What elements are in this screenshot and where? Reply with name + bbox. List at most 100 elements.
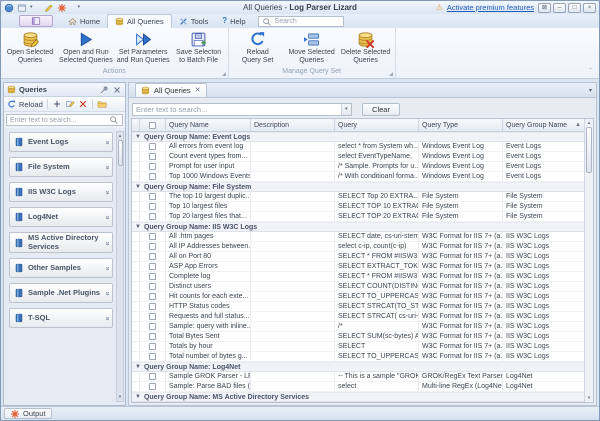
pencil-icon[interactable] xyxy=(44,3,54,13)
table-row[interactable]: Total Bytes SentSELECT SUM(sc-bytes) A..… xyxy=(132,332,584,342)
scroll-up-icon[interactable]: ▴ xyxy=(588,120,591,126)
ribbon-search-input[interactable] xyxy=(275,18,340,25)
table-row[interactable]: All errors from event logselect * from S… xyxy=(132,142,584,152)
collapse-ribbon-icon[interactable]: ⌃ xyxy=(588,67,593,74)
ribbon-tab-all-queries[interactable]: All Queries xyxy=(107,14,172,28)
group-row[interactable]: ▼Query Group Name: IIS W3C Logs xyxy=(132,222,584,232)
filter-combo[interactable]: ▾ xyxy=(132,103,352,116)
row-checkbox[interactable] xyxy=(149,193,156,200)
save-selecton-to-batch-file-button[interactable]: Save Selectonto Batch File xyxy=(172,30,226,66)
set-parameters-and-run-queries-button[interactable]: Set Parametersand Run Queries xyxy=(115,30,172,66)
collapse-group-icon[interactable]: ▼ xyxy=(135,364,141,370)
chevron-double-icon[interactable]: » xyxy=(103,191,111,194)
row-checkbox[interactable] xyxy=(149,213,156,220)
combo-dropdown-button[interactable]: ▾ xyxy=(341,104,352,115)
row-checkbox[interactable] xyxy=(149,293,156,300)
minimize-button[interactable]: – xyxy=(553,3,566,13)
table-row[interactable]: Prompt for user input/* Sample. Prompts … xyxy=(132,162,584,172)
collapse-group-icon[interactable]: ▼ xyxy=(135,184,141,190)
sidebar-item-event-logs[interactable]: Event Logs» xyxy=(9,132,113,152)
row-checkbox[interactable] xyxy=(149,303,156,310)
column-header-description[interactable]: Description xyxy=(251,119,335,131)
scroll-down-icon[interactable]: ▾ xyxy=(588,395,591,401)
chevron-double-icon[interactable]: » xyxy=(103,241,111,244)
star-burst-icon[interactable] xyxy=(57,3,67,13)
reload-button[interactable]: Reload xyxy=(19,100,43,109)
table-row[interactable]: ASP App ErrorsSELECT EXTRACT_TOKE...W3C … xyxy=(132,262,584,272)
ribbon-tab-home[interactable]: Home xyxy=(61,14,107,28)
sidebar-item-iis-w3c-logs[interactable]: IIS W3C Logs» xyxy=(9,182,113,202)
scroll-up-icon[interactable]: ▴ xyxy=(119,133,122,139)
filter-input[interactable] xyxy=(133,105,341,114)
close-panel-icon[interactable] xyxy=(112,85,122,95)
table-row[interactable]: Sample GROK Parser - LP...-- This is a s… xyxy=(132,372,584,382)
chevron-double-icon[interactable]: » xyxy=(103,267,111,270)
row-checkbox[interactable] xyxy=(149,143,156,150)
open-and-run-selected-queries-button[interactable]: Open and RunSelected Queries xyxy=(57,30,115,66)
row-checkbox[interactable] xyxy=(149,233,156,240)
row-checkbox[interactable] xyxy=(149,273,156,280)
collapse-group-icon[interactable]: ▼ xyxy=(135,134,141,140)
close-button[interactable]: × xyxy=(583,3,596,13)
table-row[interactable]: Hit counts for each exte...SELECT TO_UPP… xyxy=(132,292,584,302)
output-button[interactable]: Output xyxy=(4,408,52,419)
collapse-group-icon[interactable]: ▼ xyxy=(135,224,141,230)
table-row[interactable]: Sample: query with inline.../*W3C Format… xyxy=(132,322,584,332)
group-row[interactable]: ▼Query Group Name: MS Active Directory S… xyxy=(132,392,584,402)
column-header-query-name[interactable]: Query Name xyxy=(166,119,251,131)
column-header-query-type[interactable]: Query Type xyxy=(419,119,503,131)
row-checkbox[interactable] xyxy=(149,243,156,250)
row-checkbox[interactable] xyxy=(149,283,156,290)
row-checkbox[interactable] xyxy=(149,263,156,270)
sidebar-search-box[interactable] xyxy=(6,114,123,126)
dialog-launcher-icon[interactable] xyxy=(222,72,226,76)
sidebar-item-file-system[interactable]: File System» xyxy=(9,157,113,177)
chevron-double-icon[interactable]: » xyxy=(103,166,111,169)
ribbon-tab-help[interactable]: ?Help xyxy=(215,14,252,28)
scroll-thumb[interactable] xyxy=(586,127,592,173)
row-checkbox[interactable] xyxy=(149,203,156,210)
table-row[interactable]: All IP Addresses between...select c-ip, … xyxy=(132,242,584,252)
table-row[interactable]: Sample: Parse BAD files (...selectMulti-… xyxy=(132,382,584,392)
group-row[interactable]: ▼Query Group Name: File System xyxy=(132,182,584,192)
ribbon-search-box[interactable] xyxy=(258,16,344,27)
table-row[interactable]: HTTP Status codesSELECT STRCAT(TO_ST...W… xyxy=(132,302,584,312)
row-checkbox[interactable] xyxy=(149,343,156,350)
row-checkbox[interactable] xyxy=(149,383,156,390)
table-row[interactable]: Totals by hourSELECTW3C Format for IIS 7… xyxy=(132,342,584,352)
popup-window-button[interactable]: ⊠ xyxy=(538,3,551,13)
tab-all-queries[interactable]: All Queries ✕ xyxy=(135,83,207,97)
qat-customize-arrow-icon[interactable]: ▾ xyxy=(78,5,81,10)
sidebar-item-other-samples[interactable]: Other Samples» xyxy=(9,258,113,278)
sidebar-scrollbar[interactable]: ▴ ▾ xyxy=(116,131,124,402)
delete-selected-queries-button[interactable]: Delete SelectedQueries xyxy=(339,30,393,66)
table-row[interactable]: Top 20 largest files that...SELECT TOP 2… xyxy=(132,212,584,222)
sidebar-item-ms-active-directory-services[interactable]: MS Active Directory Services» xyxy=(9,232,113,253)
application-menu-button[interactable] xyxy=(19,15,53,27)
folder-icon[interactable] xyxy=(97,99,107,109)
row-checkbox[interactable] xyxy=(149,373,156,380)
row-checkbox[interactable] xyxy=(149,313,156,320)
edit-pencil-icon[interactable] xyxy=(65,99,75,109)
row-checkbox[interactable] xyxy=(149,163,156,170)
reload-icon[interactable] xyxy=(7,100,16,109)
delete-red-x-icon[interactable] xyxy=(78,99,88,109)
sidebar-item-log4net[interactable]: Log4Net» xyxy=(9,207,113,227)
open-selected-queries-button[interactable]: Open SelectedQueries xyxy=(3,30,57,66)
grid-vertical-scrollbar[interactable]: ▴ ▾ xyxy=(584,119,593,402)
sidebar-item-sample-net-plugins[interactable]: Sample .Net Plugins» xyxy=(9,283,113,303)
reload-query-set-button[interactable]: ReloadQuery Set xyxy=(231,30,285,66)
maximize-button[interactable]: □ xyxy=(568,3,581,13)
chevron-double-icon[interactable]: » xyxy=(103,292,111,295)
row-checkbox[interactable] xyxy=(149,173,156,180)
table-row[interactable]: Top 10 largest filesSELECT TOP 10 EXTRAC… xyxy=(132,202,584,212)
table-row[interactable]: Count event types from...select EventTyp… xyxy=(132,152,584,162)
group-row[interactable]: ▼Query Group Name: Log4Net xyxy=(132,362,584,372)
select-all-checkbox[interactable] xyxy=(149,122,156,129)
tab-list-dropdown-icon[interactable]: ▾ xyxy=(589,87,592,94)
table-row[interactable]: Top 1000 Windows Events/* With conditioa… xyxy=(132,172,584,182)
table-row[interactable]: Distinct usersSELECT COUNT(DISTINC...W3C… xyxy=(132,282,584,292)
dialog-launcher-icon[interactable] xyxy=(389,72,393,76)
chevron-double-icon[interactable]: » xyxy=(103,141,111,144)
sidebar-item-t-sql[interactable]: T-SQL» xyxy=(9,308,113,328)
